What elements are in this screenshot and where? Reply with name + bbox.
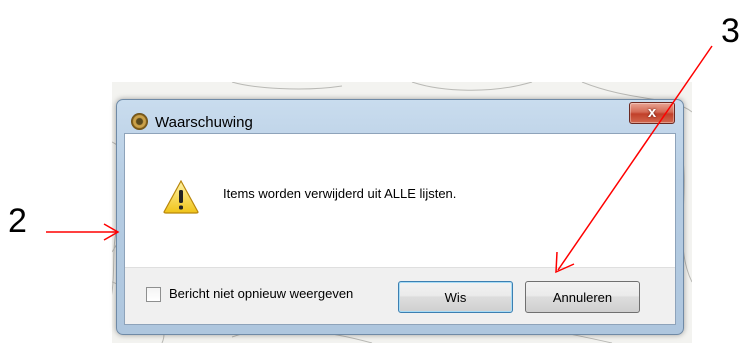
annotation-label-2: 2 — [8, 202, 27, 240]
annotation-arrows — [46, 45, 713, 274]
arrow-3 — [557, 45, 713, 271]
annotation-label-3: 3 — [721, 12, 740, 50]
